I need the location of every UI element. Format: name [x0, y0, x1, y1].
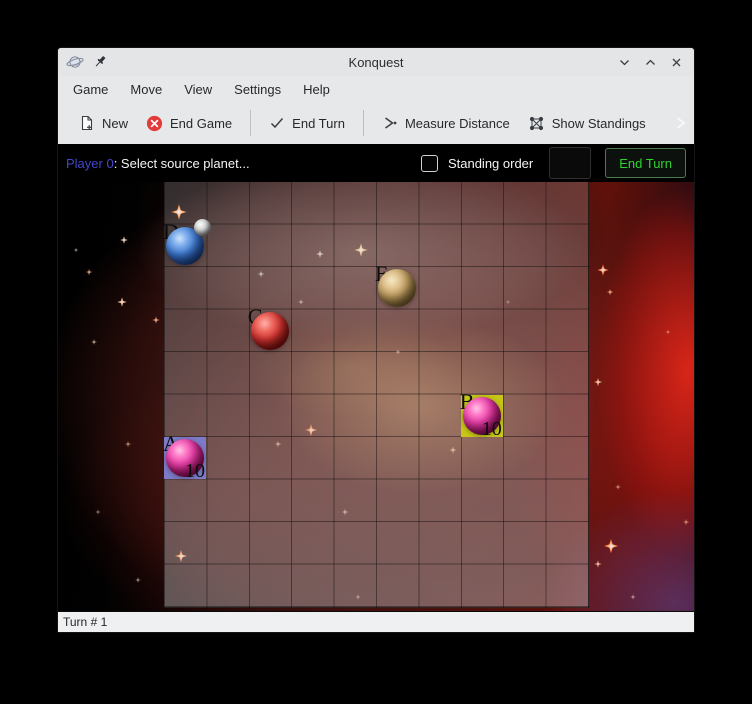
toolbar-button-end-game[interactable]: End Game: [137, 108, 241, 139]
planet-sphere: [378, 269, 416, 307]
maximize-button[interactable]: [642, 54, 658, 70]
menu-item-help[interactable]: Help: [292, 79, 341, 100]
toolbar-button-label: End Game: [170, 116, 232, 131]
measure-distance-icon: [382, 115, 398, 131]
game-board: A10 B10 C D E: [58, 182, 694, 611]
toolbar-separator: [363, 110, 364, 136]
star-sparkle: [597, 264, 609, 276]
end-turn-button[interactable]: End Turn: [605, 148, 686, 178]
standing-order-label: Standing order: [448, 156, 533, 171]
star-sparkle: [665, 329, 671, 335]
toolbar-button-new[interactable]: New: [70, 108, 137, 138]
toolbar-separator: [250, 110, 251, 136]
planet-d[interactable]: D: [164, 225, 206, 267]
new-document-icon: [79, 115, 95, 131]
menu-item-settings[interactable]: Settings: [223, 79, 292, 100]
star-sparkle: [594, 378, 603, 387]
star-sparkle: [607, 289, 614, 296]
message-text: : Select source planet...: [114, 156, 250, 171]
star-sparkle: [615, 484, 621, 490]
turn-counter: Turn # 1: [63, 615, 107, 629]
standing-order-checkbox[interactable]: [421, 155, 438, 172]
checkmark-icon: [269, 115, 285, 131]
planet-sphere: [251, 312, 289, 350]
star-sparkle: [74, 248, 79, 253]
planet-b[interactable]: B10: [461, 395, 503, 437]
toolbar-button-end-turn[interactable]: End Turn: [260, 108, 354, 138]
planet-c[interactable]: C: [249, 310, 291, 352]
standings-icon: [528, 115, 545, 132]
menu-item-view[interactable]: View: [173, 79, 223, 100]
star-sparkle: [594, 560, 602, 568]
star-sparkle: [117, 297, 127, 307]
toolbar-button-label: Show Standings: [552, 116, 646, 131]
menu-item-move[interactable]: Move: [119, 79, 173, 100]
menubar: GameMoveViewSettingsHelp: [58, 76, 694, 102]
toolbar-button-label: New: [102, 116, 128, 131]
ships-count-input[interactable]: [549, 147, 591, 179]
end-game-icon: [146, 115, 163, 132]
window-title: Konquest: [58, 55, 694, 70]
moon: [194, 219, 211, 236]
close-button[interactable]: [668, 54, 684, 70]
player-name: Player 0: [66, 156, 114, 171]
game-message: Player 0: Select source planet...: [66, 156, 250, 171]
star-sparkle: [604, 539, 619, 554]
minimize-button[interactable]: [616, 54, 632, 70]
toolbar-button-label: Measure Distance: [405, 116, 510, 131]
board-grid[interactable]: A10 B10 C D E: [164, 182, 589, 608]
pin-icon[interactable]: [92, 53, 110, 71]
toolbar-overflow-chevron-right-icon[interactable]: [673, 116, 688, 131]
star-sparkle: [91, 339, 97, 345]
toolbar-button-measure-distance[interactable]: Measure Distance: [373, 108, 519, 138]
konquest-window: Konquest GameMoveViewSettingsHelp New End…: [57, 47, 695, 633]
star-sparkle: [86, 269, 93, 276]
planet-a[interactable]: A10: [164, 437, 206, 479]
planet-ships-count: 10: [482, 418, 502, 440]
message-bar: Player 0: Select source planet... Standi…: [58, 144, 694, 182]
toolbar-button-show-standings[interactable]: Show Standings: [519, 108, 655, 139]
star-sparkle: [125, 441, 132, 448]
star-sparkle: [135, 577, 141, 583]
star-sparkle: [120, 236, 128, 244]
titlebar: Konquest: [58, 48, 694, 76]
star-sparkle: [683, 519, 690, 526]
toolbar-button-label: End Turn: [292, 116, 345, 131]
planet-ships-count: 10: [185, 460, 205, 482]
toolbar: New End Game End Turn Measure Distance Show …: [58, 102, 694, 144]
star-sparkle: [630, 594, 636, 600]
saturn-planet-icon[interactable]: [66, 53, 84, 71]
star-sparkle: [152, 316, 160, 324]
star-sparkle: [95, 509, 101, 515]
planet-e[interactable]: E: [376, 267, 418, 309]
statusbar: Turn # 1: [58, 611, 694, 632]
menu-item-game[interactable]: Game: [62, 79, 119, 100]
